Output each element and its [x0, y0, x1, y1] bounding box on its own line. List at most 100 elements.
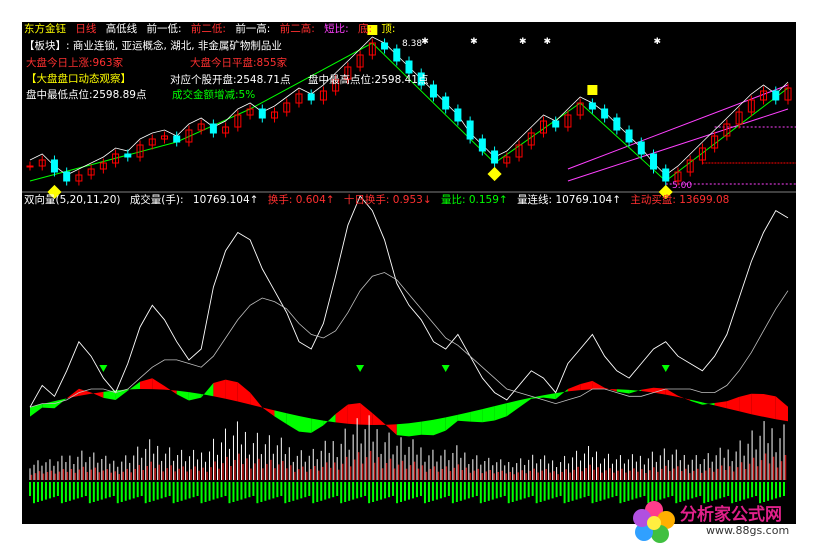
- percent-label: 成交金额增减:5%: [172, 89, 256, 101]
- volume-envelope-line: [29, 195, 789, 408]
- flower-logo-icon: [633, 501, 675, 543]
- candle-body: [454, 108, 462, 122]
- bottom-marker-icon: [487, 166, 502, 182]
- header-item-7: 顶:: [381, 23, 396, 35]
- volume-band-segment: [482, 406, 495, 423]
- price-tag-top: 8.38: [402, 39, 423, 49]
- volume-band-segment: [250, 392, 263, 408]
- volume-band-segment: [286, 413, 299, 432]
- volume-band-segment: [262, 407, 275, 417]
- flat-count: 大盘今日平盘:855家: [190, 57, 288, 69]
- volume-band-segment: [225, 379, 238, 402]
- volume-band-segment: [751, 393, 764, 417]
- volume-band-segment: [543, 393, 556, 400]
- open-price: 对应个股开盘:2548.71点: [170, 74, 291, 86]
- candle-body: [124, 153, 132, 158]
- candle-body: [588, 102, 596, 110]
- candle-body: [466, 120, 474, 140]
- signal-arrow-icon: [99, 365, 108, 372]
- candle-body: [772, 90, 780, 101]
- signal-arrow-icon: [661, 365, 670, 372]
- volume-band-segment: [580, 380, 593, 391]
- volume-value: 10769.104↑: [192, 194, 259, 206]
- volume-band-segment: [176, 390, 189, 401]
- high-price: 盘中最高点位:2598.41点: [308, 74, 429, 86]
- candle-body: [637, 141, 645, 155]
- candle-body: [478, 138, 486, 152]
- signal-arrow-icon: [356, 365, 365, 372]
- watermark-title: 分析家公式网: [680, 505, 782, 525]
- price-tag-bottom: 5.00: [672, 181, 693, 191]
- volume-band-segment: [567, 384, 581, 392]
- volume-band-segment: [592, 380, 605, 390]
- star-marker-icon: ✱: [470, 37, 478, 47]
- candle-body: [442, 96, 450, 110]
- up-count: 大盘今日上涨:963家: [26, 57, 124, 69]
- candle-body: [601, 108, 609, 119]
- volume-band-segment: [775, 396, 788, 422]
- candle-body: [405, 60, 413, 74]
- candle-body: [209, 123, 217, 134]
- candle-body: [26, 165, 34, 168]
- header-item-5: 短比:: [324, 23, 349, 35]
- volume-band-segment: [140, 378, 153, 390]
- header-item-6: 底:: [357, 23, 373, 35]
- volume-band-segment: [42, 401, 55, 409]
- volume-band-segment: [678, 395, 691, 401]
- volume-band-segment: [519, 397, 532, 408]
- volume-band-segment: [690, 399, 703, 405]
- turnover: 换手: 0.604↑: [267, 194, 335, 206]
- signal-arrow-icon: [441, 365, 450, 372]
- candle-body: [381, 42, 389, 50]
- chart-frame: ✱ ✱ ✱ ✱ ✱ 东方金钰 日线 高低线 前一低: 前二低: 前一高: 前二高: 短比…: [22, 22, 796, 524]
- volume-band-segment: [323, 414, 336, 426]
- volume-band-segment: [555, 389, 568, 400]
- candle-body: [662, 168, 670, 182]
- volume-band-segment: [494, 403, 507, 421]
- header-item-0: 高低线: [105, 23, 138, 35]
- candle-body: [258, 108, 266, 119]
- top-marker-icon: [587, 85, 598, 95]
- volume-band-segment: [457, 412, 471, 422]
- star-marker-icon: ✱: [519, 37, 527, 47]
- indicator-name: 双向量(5,20,11,20): [24, 194, 121, 206]
- volume-band-segment: [91, 391, 104, 398]
- candle-body: [491, 150, 499, 164]
- low-price: 盘中最低点位:2598.89点: [26, 89, 147, 101]
- star-marker-icon: ✱: [421, 37, 429, 47]
- volume-band-segment: [665, 388, 678, 397]
- header-item-1: 前一低:: [146, 23, 182, 35]
- volume-band-segment: [763, 394, 776, 420]
- candle-body: [393, 48, 401, 62]
- volume-band-segment: [739, 393, 752, 415]
- header-item-3: 前一高:: [235, 23, 271, 35]
- period-label: 日线: [75, 23, 97, 35]
- volume-band-segment: [396, 423, 409, 437]
- volume-band-segment: [152, 378, 165, 390]
- volume-band-segment: [237, 382, 251, 405]
- volume-band-segment: [726, 396, 740, 412]
- volume-band-segment: [470, 409, 483, 423]
- candle-body: [429, 84, 437, 98]
- header-item-4: 前二高:: [279, 23, 315, 35]
- volume-band-segment: [445, 414, 458, 431]
- volume-band-segment: [311, 418, 324, 433]
- volume-line: 量连线: 10769.104↑: [517, 194, 622, 206]
- ten-day-turnover: 十日换手: 0.953↓: [343, 194, 432, 206]
- volume-band-segment: [30, 404, 43, 417]
- star-marker-icon: ✱: [654, 37, 662, 47]
- volume-band-segment: [409, 421, 422, 437]
- candle-body: [625, 129, 633, 143]
- volume-band-segment: [372, 413, 385, 425]
- indicator-bar: 双向量(5,20,11,20) 成交量(手): 10769.104↑ 换手: 0…: [24, 194, 735, 207]
- volume-band-segment: [433, 417, 446, 436]
- volume-band-segment: [164, 386, 177, 395]
- volume-ratio: 量比: 0.159↑: [440, 194, 508, 206]
- active-buy: 主动买盘: 13699.08: [630, 194, 730, 206]
- volume-band-segment: [188, 392, 202, 401]
- volume-band-segment: [274, 410, 287, 425]
- volume-band-segment: [384, 423, 397, 436]
- volume-band-segment: [201, 383, 214, 398]
- site-watermark: 分析家公式网 www.88gs.com: [628, 496, 820, 548]
- volume-band-segment: [360, 403, 373, 425]
